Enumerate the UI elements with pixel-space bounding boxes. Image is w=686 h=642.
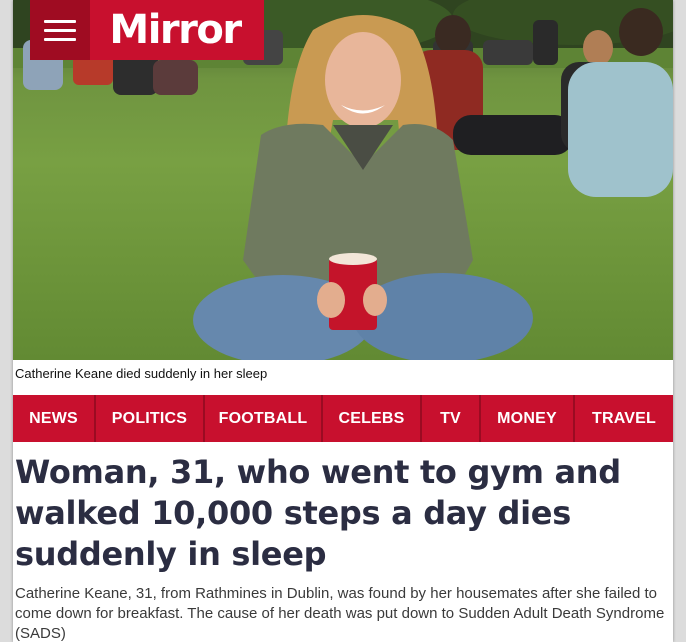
image-caption: Catherine Keane died suddenly in her sle… <box>15 366 268 381</box>
nav-item-news[interactable]: NEWS <box>13 395 96 442</box>
menu-line <box>44 19 76 23</box>
mirror-logo[interactable]: Mirror <box>90 0 264 60</box>
nav-item-tv[interactable]: TV <box>422 395 481 442</box>
nav-item-football[interactable]: FOOTBALL <box>205 395 323 442</box>
menu-line <box>44 37 76 41</box>
hamburger-menu-icon[interactable] <box>30 0 90 60</box>
article-headline: Woman, 31, who went to gym and walked 10… <box>15 453 621 573</box>
article-standfirst: Catherine Keane, 31, from Rathmines in D… <box>15 585 665 642</box>
mirror-logo-bar: Mirror <box>30 0 264 60</box>
section-nav: NEWS POLITICS FOOTBALL CELEBS TV MONEY T… <box>13 395 673 442</box>
nav-item-celebs[interactable]: CELEBS <box>323 395 422 442</box>
nav-item-travel[interactable]: TRAVEL <box>575 395 673 442</box>
nav-item-politics[interactable]: POLITICS <box>96 395 205 442</box>
nav-item-money[interactable]: MONEY <box>481 395 575 442</box>
menu-line <box>44 28 76 32</box>
article-page: Mirror Catherine Keane died suddenly in … <box>13 0 673 642</box>
